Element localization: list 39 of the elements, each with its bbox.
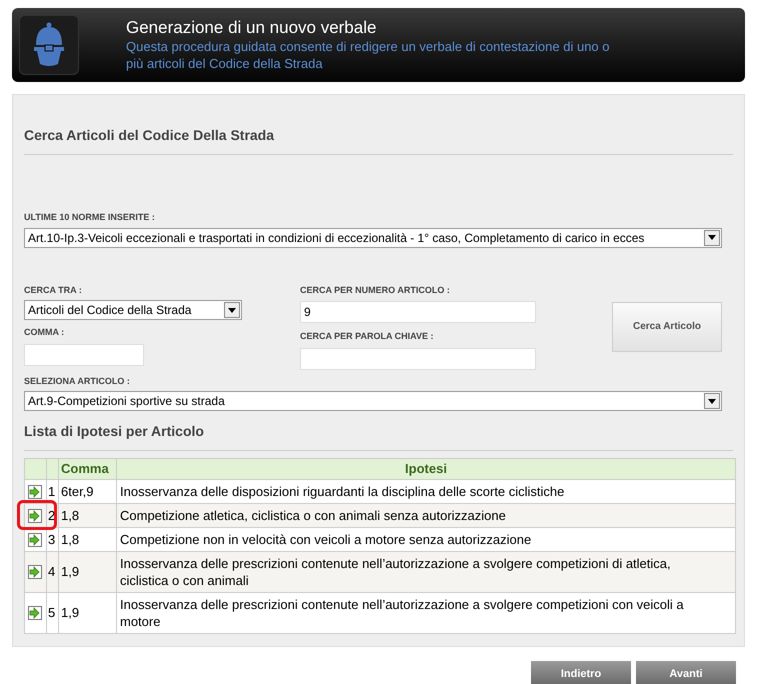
dropdown-value: Art.10-Ip.3-Veicoli eccezionali e trasportati in condizioni di eccezionalità - 1° caso, Completamento di carico in ecces (28, 230, 646, 246)
dropdown-button[interactable] (704, 393, 720, 409)
column-header: Ipotesi (116, 458, 736, 480)
table-cell: 1,9 (58, 592, 116, 634)
table-cell: 4 (46, 552, 58, 592)
helmet-icon (32, 21, 66, 69)
dropdown[interactable]: Articoli del Codice della Strada (24, 300, 242, 320)
field-label: CERCA PER NUMERO ARTICOLO : (300, 284, 451, 296)
arrow-icon[interactable] (28, 484, 42, 498)
section-title: Lista di Ipotesi per Articolo (24, 421, 733, 451)
input-field[interactable] (24, 344, 144, 366)
dropdown-button[interactable] (224, 302, 240, 318)
field-label: SELEZIONA ARTICOLO : (24, 374, 131, 388)
dropdown[interactable]: Art.9-Competizioni sportive su strada (24, 391, 722, 411)
field-label: ULTIME 10 NORME INSERITE : (24, 211, 156, 224)
header-subtitle: Questa procedura guidata consente di redigere un verbale di contestazione di uno o più articoli del Codice della Strada (126, 38, 610, 72)
caret-icon (708, 398, 716, 404)
arrow-icon[interactable] (28, 565, 42, 579)
caret-icon (708, 235, 716, 240)
field-label: CERCA TRA : (24, 284, 83, 296)
nav-button[interactable]: Avanti (636, 661, 736, 684)
arrow-icon[interactable] (28, 606, 42, 620)
dropdown-button[interactable] (704, 230, 720, 246)
section-title: Cerca Articoli del Codice Della Strada (24, 125, 733, 155)
dropdown[interactable]: Art.10-Ip.3-Veicoli eccezionali e trasportati in condizioni di eccezionalità - 1° caso, Completamento di carico in ecces (24, 228, 722, 248)
dropdown-value: Articoli del Codice della Strada (28, 302, 192, 319)
table-cell: Inosservanza delle prescrizioni contenute nell’autorizzazione a svolgere competizioni con veicoli a motore (116, 592, 736, 634)
field-label: COMMA : (24, 326, 66, 339)
arrow-icon[interactable] (28, 508, 42, 522)
input-field[interactable] (300, 348, 536, 370)
caret-icon (228, 308, 236, 312)
table-cell: 5 (46, 592, 58, 634)
nav-button[interactable]: Indietro (531, 661, 631, 684)
search-button[interactable]: Cerca Articolo (612, 302, 722, 352)
header-title: Generazione di un nuovo verbale (126, 18, 378, 38)
dropdown-value: Art.9-Competizioni sportive su strada (28, 393, 226, 410)
field-label: CERCA PER PAROLA CHIAVE : (300, 330, 435, 343)
arrow-icon[interactable] (28, 532, 42, 546)
input-field[interactable]: 9 (300, 301, 536, 323)
